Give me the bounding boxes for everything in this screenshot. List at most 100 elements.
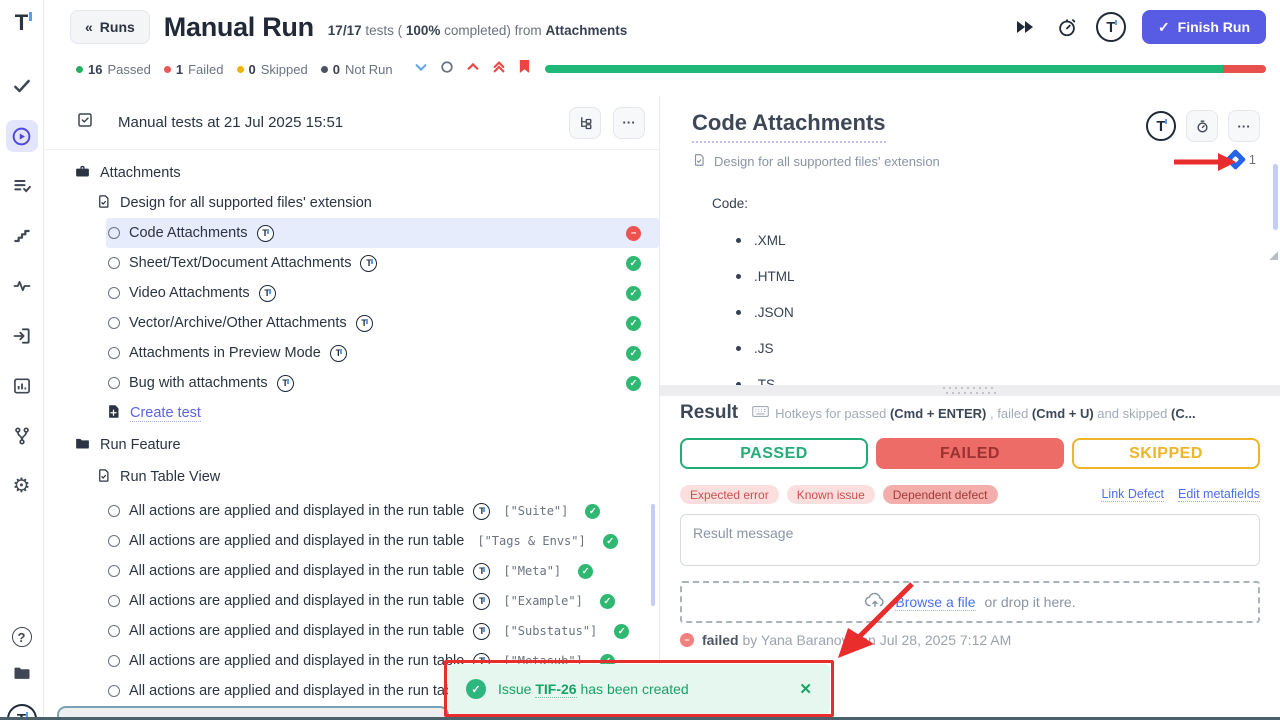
nav-import-icon[interactable] [6, 320, 38, 352]
nav-settings-gear-icon[interactable]: ⚙ [6, 470, 38, 502]
test-row-run-table-5[interactable]: All actions are applied and displayed in… [44, 616, 659, 646]
doc-icon [692, 153, 706, 170]
app-window: T ⚙ ? T «Runs Manual Run 17/17 tests ( 1… [0, 0, 1280, 720]
create-test-link: Create test [130, 405, 201, 422]
test-row-code-attachments[interactable]: Code Attachments T − [106, 218, 659, 248]
detail-scrollbar[interactable] [1273, 164, 1278, 230]
radio-icon [108, 377, 120, 389]
timer-icon[interactable] [1054, 14, 1080, 40]
issue-id-link[interactable]: TIF-26 [535, 681, 576, 698]
test-row-video-attachments[interactable]: Video Attachments T ✓ [44, 278, 659, 308]
test-row-bug-attachments[interactable]: Bug with attachments T ✓ [44, 368, 659, 398]
nav-pulse-icon[interactable] [6, 270, 38, 302]
test-row-run-table-1[interactable]: All actions are applied and displayed in… [44, 496, 659, 526]
radio-icon [108, 227, 120, 239]
link-defect-link[interactable]: Link Defect [1101, 487, 1164, 502]
nav-steps-icon[interactable] [6, 220, 38, 252]
tree-view-toggle-button[interactable] [569, 107, 601, 139]
author-avatar-icon: T [330, 345, 347, 362]
author-avatar-icon: T [356, 315, 373, 332]
folder-row-design[interactable]: Design for all supported files' extensio… [44, 188, 659, 218]
tag-known-issue[interactable]: Known issue [787, 485, 875, 504]
test-timer-button[interactable] [1186, 110, 1218, 142]
defect-count: 1 [1249, 152, 1256, 167]
tree-scrollbar[interactable] [651, 504, 655, 606]
nav-branches-icon[interactable] [6, 420, 38, 452]
test-row-run-table-4[interactable]: All actions are applied and displayed in… [44, 586, 659, 616]
panel-resize-handle[interactable] [660, 385, 1280, 396]
linked-defect-chip[interactable]: 1 [1228, 152, 1256, 167]
radio-icon [108, 347, 120, 359]
suite-row-run-feature[interactable]: Run Feature [44, 430, 659, 460]
breadcrumb[interactable]: Design for all supported files' extensio… [692, 153, 1260, 170]
skipped-button[interactable]: SKIPPED [1072, 438, 1260, 469]
author-avatar-icon: T [277, 375, 294, 392]
radio-icon [108, 625, 120, 637]
tag-expected-error[interactable]: Expected error [680, 485, 779, 504]
assignee-avatar[interactable]: T [1146, 111, 1176, 141]
bullet-item: .HTML [736, 269, 1260, 284]
test-row-run-table-2[interactable]: All actions are applied and displayed in… [44, 526, 659, 556]
chevrons-up-icon[interactable] [492, 60, 506, 79]
app-logo: T [15, 10, 28, 36]
author-avatar-icon: T [360, 255, 377, 272]
browse-file-link[interactable]: Browse a file [895, 594, 975, 611]
passed-status-icon: ✓ [603, 534, 618, 549]
test-title[interactable]: Code Attachments [692, 110, 886, 143]
radio-icon [108, 505, 120, 517]
folder-row-run-table-view[interactable]: Run Table View [44, 462, 659, 492]
run-header: «Runs Manual Run 17/17 tests ( 100% comp… [44, 0, 1280, 96]
fast-forward-icon[interactable] [1012, 14, 1038, 40]
test-row-run-table-3[interactable]: All actions are applied and displayed in… [44, 556, 659, 586]
chevron-down-icon[interactable] [414, 60, 428, 79]
file-drop-area[interactable]: Browse a file or drop it here. [680, 581, 1260, 623]
back-chevron-icon: « [85, 19, 93, 35]
test-detail-panel: Code Attachments T ··· Design for all su… [660, 96, 1280, 720]
run-progress-bar [545, 65, 1266, 73]
test-row-sheet-attachments[interactable]: Sheet/Text/Document Attachments T ✓ [44, 248, 659, 278]
bullet-item: .JSON [736, 305, 1260, 320]
description-bullet-list: .XML .HTML .JSON .JS .TS [736, 233, 1260, 392]
nav-runs-icon[interactable] [6, 120, 38, 152]
circle-priority-icon[interactable] [440, 60, 454, 79]
passed-status-icon: ✓ [585, 504, 600, 519]
notrun-dot-icon [321, 66, 328, 73]
chevron-up-icon[interactable] [466, 60, 480, 79]
radio-icon [108, 535, 120, 547]
edit-metafields-link[interactable]: Edit metafields [1178, 487, 1260, 502]
result-message-input[interactable] [680, 514, 1260, 566]
tag-dependent-defect[interactable]: Dependent defect [883, 485, 998, 504]
back-to-runs-button[interactable]: «Runs [70, 10, 150, 44]
test-row-vector-attachments[interactable]: Vector/Archive/Other Attachments T ✓ [44, 308, 659, 338]
toast-close-icon[interactable]: ✕ [799, 680, 812, 698]
test-tree-panel: Manual tests at 21 Jul 2025 15:51 ··· At… [44, 96, 660, 720]
test-tag: ["Tags & Envs"] [477, 534, 585, 548]
bullet-item: .JS [736, 341, 1260, 356]
check-icon: ✓ [1158, 19, 1170, 36]
textarea-resize-handle[interactable] [1269, 251, 1278, 260]
left-nav-rail: T ⚙ ? T [0, 0, 44, 720]
test-more-button[interactable]: ··· [1228, 110, 1260, 142]
user-avatar[interactable]: T [1096, 12, 1126, 42]
cloud-upload-icon [864, 592, 886, 612]
nav-analytics-icon[interactable] [6, 370, 38, 402]
failed-button[interactable]: FAILED [876, 438, 1064, 469]
nav-plans-icon[interactable] [6, 170, 38, 202]
folder-icon [74, 435, 91, 456]
radio-icon [108, 257, 120, 269]
test-row-preview-mode[interactable]: Attachments in Preview Mode T ✓ [44, 338, 659, 368]
finish-run-button[interactable]: ✓Finish Run [1142, 10, 1266, 44]
doc-check-icon [96, 194, 111, 213]
help-icon[interactable]: ? [12, 627, 32, 647]
suite-row-attachments[interactable]: Attachments [44, 158, 659, 188]
projects-folder-icon[interactable] [12, 663, 32, 688]
tree-more-button[interactable]: ··· [613, 107, 645, 139]
nav-tests-icon[interactable] [6, 70, 38, 102]
passed-status-icon: ✓ [626, 346, 641, 361]
page-title: Manual Run [164, 12, 314, 43]
create-test-row[interactable]: Create test [44, 398, 659, 428]
bookmark-icon[interactable] [518, 59, 531, 79]
test-tree: Attachments Design for all supported fil… [44, 150, 659, 706]
passed-button[interactable]: PASSED [680, 438, 868, 469]
test-tag: ["Suite"] [503, 504, 568, 518]
